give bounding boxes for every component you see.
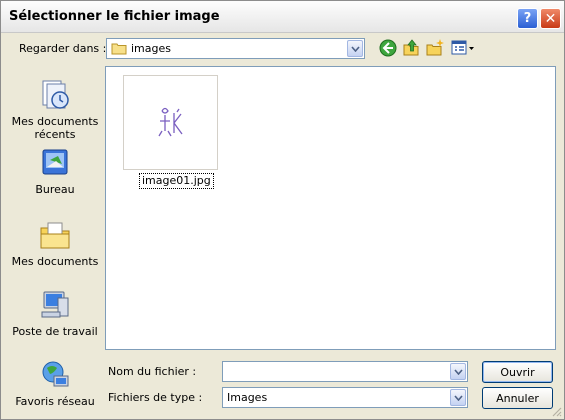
dialog-title: Sélectionner le fichier image bbox=[9, 9, 220, 24]
filename-input[interactable] bbox=[222, 361, 468, 382]
views-menu-icon[interactable] bbox=[450, 38, 476, 58]
title-bar[interactable]: Sélectionner le fichier image ? ✕ bbox=[1, 1, 564, 33]
filetype-select[interactable]: Images bbox=[222, 387, 468, 408]
network-places-icon bbox=[42, 361, 69, 387]
look-in-dropdown-button[interactable] bbox=[347, 40, 363, 57]
cancel-button[interactable]: Annuler bbox=[482, 387, 553, 409]
open-button[interactable]: Ouvrir bbox=[482, 361, 553, 383]
chevron-down-icon bbox=[453, 368, 463, 375]
recent-documents-icon bbox=[42, 80, 69, 109]
place-desktop[interactable]: Bureau bbox=[10, 146, 100, 196]
file-open-dialog: Sélectionner le fichier image ? ✕ Regard… bbox=[0, 0, 565, 420]
chevron-down-icon bbox=[350, 45, 360, 52]
file-thumbnail[interactable] bbox=[123, 75, 218, 170]
file-list[interactable]: image01.jpg bbox=[105, 66, 556, 350]
place-label: Mes documents bbox=[11, 255, 99, 268]
filetype-label: Fichiers de type : bbox=[108, 391, 203, 404]
filename-dropdown-button[interactable] bbox=[450, 363, 466, 380]
places-bar: Mes documents récents Bureau Mes documen… bbox=[10, 66, 100, 413]
place-recent-documents[interactable]: Mes documents récents bbox=[10, 78, 100, 141]
chevron-down-icon bbox=[453, 394, 463, 401]
close-button[interactable]: ✕ bbox=[540, 8, 561, 29]
my-computer-icon bbox=[41, 291, 69, 318]
place-label: Mes documents récents bbox=[11, 115, 99, 141]
new-folder-icon[interactable] bbox=[425, 38, 445, 58]
place-my-documents[interactable]: Mes documents bbox=[10, 218, 100, 268]
filetype-value: Images bbox=[227, 391, 268, 404]
place-label: Favoris réseau bbox=[15, 395, 95, 408]
my-documents-icon bbox=[40, 222, 70, 249]
place-label: Poste de travail bbox=[12, 325, 98, 338]
filename-label: Nom du fichier : bbox=[108, 365, 197, 378]
up-folder-icon[interactable] bbox=[401, 38, 421, 58]
place-label: Bureau bbox=[35, 183, 75, 196]
help-button[interactable]: ? bbox=[517, 8, 538, 29]
desktop-icon bbox=[42, 149, 68, 175]
look-in-label: Regarder dans : bbox=[19, 42, 107, 55]
filetype-dropdown-button[interactable] bbox=[450, 389, 466, 406]
resize-grip-icon[interactable] bbox=[550, 405, 562, 417]
back-icon[interactable] bbox=[378, 38, 398, 58]
look-in-dropdown[interactable]: images bbox=[106, 38, 365, 59]
place-my-computer[interactable]: Poste de travail bbox=[10, 288, 100, 338]
place-network[interactable]: Favoris réseau bbox=[10, 358, 100, 408]
look-in-value: images bbox=[131, 42, 171, 55]
folder-icon bbox=[111, 43, 127, 55]
image-preview-icon bbox=[158, 107, 183, 137]
file-name[interactable]: image01.jpg bbox=[139, 173, 214, 189]
